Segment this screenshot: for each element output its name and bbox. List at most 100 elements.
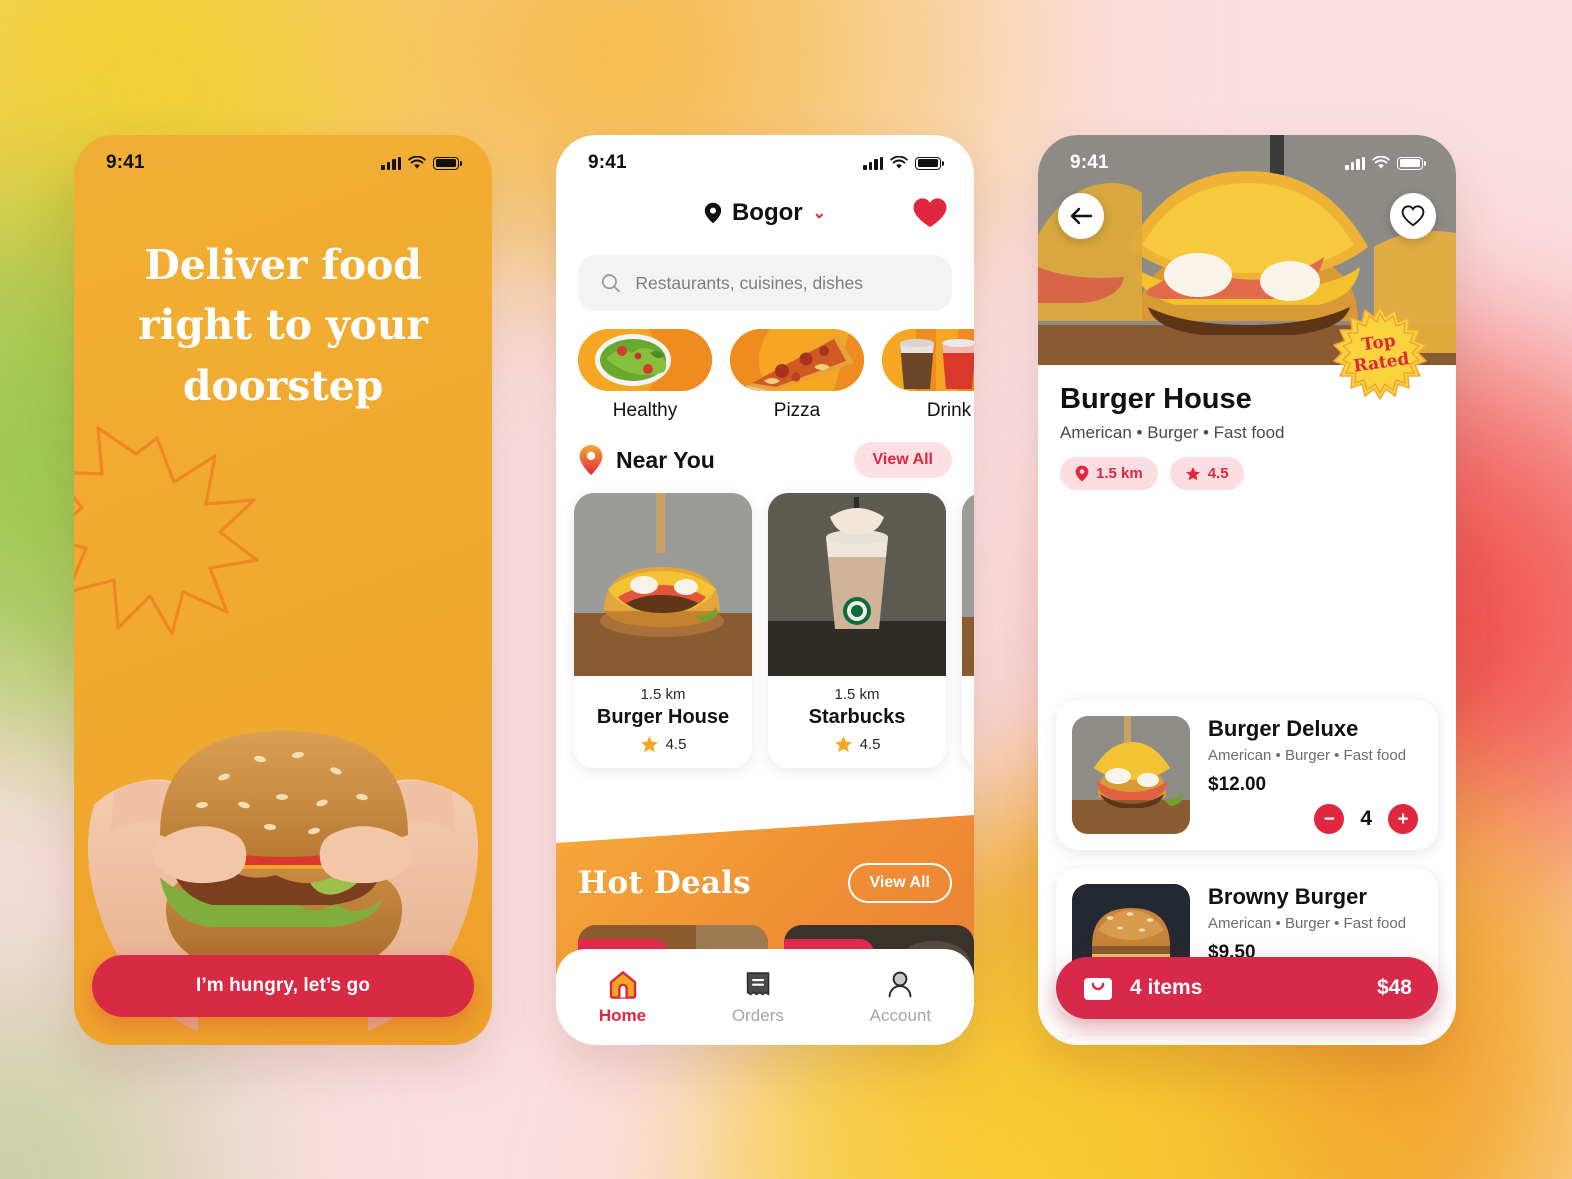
distance-value: 1.5 km — [1096, 465, 1143, 482]
rating-pill: 4.5 — [1169, 457, 1244, 490]
search-input[interactable] — [635, 272, 930, 294]
menu-item-price: $12.00 — [1208, 774, 1267, 795]
hot-deals-view-all-button[interactable]: View All — [847, 863, 952, 903]
menu-item-image — [1072, 716, 1190, 834]
favorites-heart-icon[interactable] — [912, 197, 948, 234]
category-label: Pizza — [773, 400, 821, 421]
category-label: Drink — [926, 400, 972, 421]
restaurant-distance: 1.5 km — [834, 686, 880, 703]
restaurant-name: Starbucks — [808, 706, 906, 728]
restaurant-rating: 4.5 — [768, 729, 946, 768]
menu-item-name: Browny Burger — [1208, 884, 1367, 909]
favorite-button[interactable] — [1390, 193, 1436, 239]
wifi-icon — [408, 156, 426, 169]
category-drink[interactable]: Drink — [882, 329, 974, 422]
menu-item-subtitle: American • Burger • Fast food — [1208, 747, 1407, 764]
menu-item-card[interactable]: Burger Deluxe American • Burger • Fast f… — [1056, 700, 1438, 850]
category-healthy[interactable]: Healthy — [578, 329, 712, 422]
restaurant-name — [962, 703, 974, 706]
status-bar: 9:41 — [74, 135, 492, 183]
rating-value: 4.5 — [859, 736, 881, 753]
wifi-icon — [1372, 156, 1390, 169]
near-you-card-list[interactable]: 1.5 km Burger House 4.5 1.5 km Starbucks… — [556, 478, 974, 768]
arrow-left-icon — [1070, 207, 1093, 225]
restaurant-card[interactable]: 1.5 km Burger House 4.5 — [574, 493, 752, 768]
status-time: 9:41 — [1070, 152, 1109, 173]
status-time: 9:41 — [588, 152, 627, 173]
restaurant-distance: 1.5 km — [962, 676, 974, 703]
star-icon — [1185, 466, 1200, 480]
nav-label: Account — [869, 1005, 932, 1025]
location-selector[interactable]: Bogor ⌄ — [556, 183, 974, 233]
chevron-down-icon: ⌄ — [812, 205, 827, 222]
restaurant-image — [962, 493, 974, 676]
signal-icon — [863, 156, 883, 170]
location-name: Bogor — [731, 199, 803, 226]
battery-icon — [433, 156, 462, 170]
menu-item-subtitle: American • Burger • Fast food — [1208, 915, 1407, 932]
shopping-bag-icon — [1084, 978, 1112, 1000]
status-bar: 9:41 — [556, 135, 974, 183]
near-you-view-all-button[interactable]: View All — [853, 442, 952, 478]
restaurant-name: Burger House — [596, 706, 730, 728]
category-pizza[interactable]: Pizza — [730, 329, 864, 422]
restaurant-subtitle: American • Burger • Fast food — [1060, 423, 1285, 442]
category-row: Healthy Pizza Drink — [556, 311, 974, 422]
phone-screen-onboarding: 9:41 Deliver food right to your doorstep — [74, 135, 492, 1045]
person-icon — [888, 971, 912, 997]
search-bar[interactable] — [578, 255, 952, 311]
pizza-image — [730, 329, 864, 391]
status-bar: 9:41 — [1038, 135, 1456, 183]
star-icon — [834, 736, 852, 753]
hot-deals-title: Hot Deals — [578, 865, 751, 901]
location-pin-icon — [1075, 465, 1089, 482]
star-icon — [640, 736, 658, 753]
near-you-header: Near You View All — [556, 422, 974, 478]
restaurant-card[interactable]: 1.5 km Starbucks 4.5 — [768, 493, 946, 768]
phone-screen-restaurant-detail: 9:41 Top Rated Burger House American • B… — [1038, 135, 1456, 1045]
nav-label: Orders — [731, 1005, 784, 1025]
restaurant-distance: 1.5 km — [640, 686, 686, 703]
top-rated-label: Top Rated — [1352, 330, 1411, 377]
signal-icon — [381, 156, 401, 170]
phone-screen-home: 9:41 Bogor ⌄ Restaurants, cuisines, dish… — [556, 135, 974, 1045]
top-rated-badge: Top Rated — [1332, 305, 1428, 401]
menu-item-card[interactable]: Burgerrita Add — [1056, 1036, 1438, 1045]
back-button[interactable] — [1058, 193, 1104, 239]
status-time: 9:41 — [106, 152, 145, 173]
rating-value: 4.5 — [665, 736, 687, 753]
receipt-icon — [746, 971, 770, 995]
drink-image — [882, 329, 974, 391]
location-pin-icon — [704, 202, 722, 224]
location-pin-icon — [579, 445, 603, 475]
healthy-image — [578, 329, 712, 391]
distance-pill: 1.5 km — [1060, 457, 1158, 490]
onboarding-headline: Deliver food right to your doorstep — [138, 241, 428, 410]
restaurant-image — [574, 493, 752, 676]
battery-icon — [1397, 156, 1426, 170]
increase-quantity-button[interactable]: + — [1388, 804, 1418, 834]
nav-item-account[interactable]: Account — [870, 969, 931, 1026]
menu-item-name: Burger Deluxe — [1208, 716, 1359, 741]
nav-item-home[interactable]: Home — [599, 969, 646, 1026]
signal-icon — [1345, 156, 1365, 170]
cart-bar[interactable]: 4 items $48 — [1056, 957, 1438, 1019]
quantity-stepper[interactable]: − 4 + — [1314, 804, 1418, 834]
nav-item-orders[interactable]: Orders — [732, 969, 784, 1026]
nav-label: Home — [598, 1005, 647, 1025]
bottom-navigation: Home Orders Account — [556, 949, 974, 1045]
cart-total: $48 — [1376, 976, 1412, 999]
restaurant-card[interactable]: 1.5 km — [962, 493, 974, 768]
rating-value: 4.5 — [1207, 465, 1229, 482]
restaurant-image — [768, 493, 946, 676]
restaurant-rating: 4.5 — [574, 729, 752, 768]
battery-icon — [915, 156, 944, 170]
decrease-quantity-button[interactable]: − — [1314, 804, 1345, 834]
quantity-value: 4 — [1360, 807, 1372, 830]
section-title: Near You — [616, 446, 715, 473]
category-label: Healthy — [612, 400, 678, 421]
heart-outline-icon — [1401, 205, 1425, 227]
hungry-cta-button[interactable]: I’m hungry, let’s go — [92, 955, 474, 1017]
home-icon — [609, 970, 636, 999]
wifi-icon — [890, 156, 908, 169]
